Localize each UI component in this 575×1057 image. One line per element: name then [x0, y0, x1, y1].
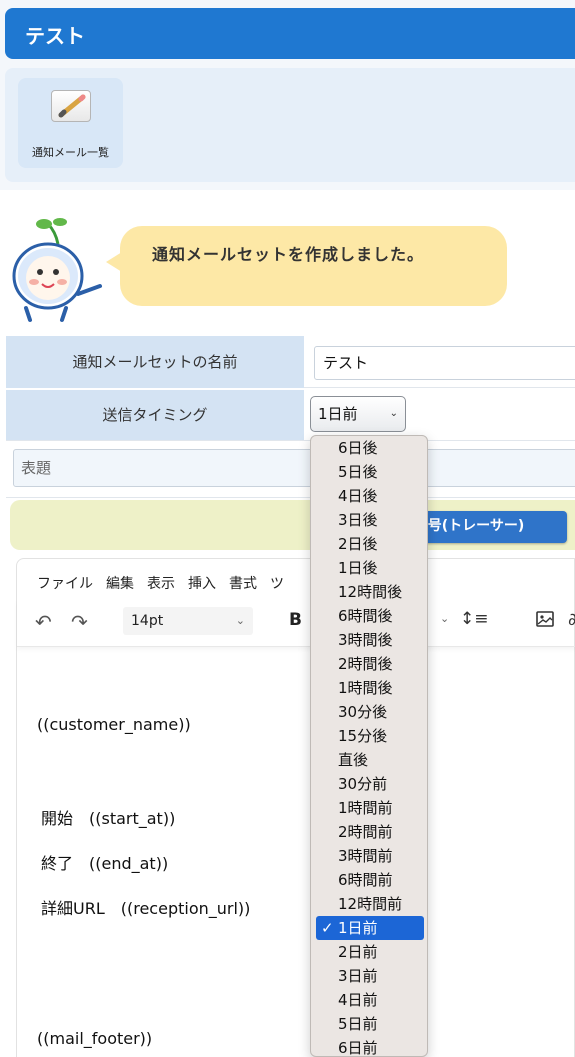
timing-cell: 1日前 ⌄ — [304, 390, 575, 440]
menu-edit[interactable]: 編集 — [106, 576, 134, 592]
timing-option[interactable]: 1時間前 — [316, 796, 424, 820]
main-content: 通知メールセットを作成しました。 通知メールセットの名前 テスト 送信タイミング… — [0, 190, 575, 1057]
menu-insert[interactable]: 挿入 — [188, 576, 216, 592]
mail-list-label: 通知メール一覧 — [32, 146, 109, 159]
timing-select[interactable]: 1日前 ⌄ — [310, 396, 406, 432]
timing-option[interactable]: 2時間前 — [316, 820, 424, 844]
rich-text-editor: ファイル 編集 表示 挿入 書式ツ ↶ ↷ 14pt ⌄ B ⌄ ↕≡ ∂ ((cust… — [16, 558, 575, 1057]
page-title: テスト — [25, 24, 85, 48]
insert-variable-bar: 号(トレーサー) — [10, 500, 575, 550]
menu-file[interactable]: ファイル — [37, 576, 93, 592]
subject-row: 表題 — [6, 440, 575, 498]
timing-option[interactable]: 15分後 — [316, 724, 424, 748]
checkmark-icon: ✓ — [321, 919, 334, 937]
timing-option[interactable]: 30分前 — [316, 772, 424, 796]
chevron-down-icon[interactable]: ⌄ — [440, 612, 449, 625]
timing-option[interactable]: 2日前 — [316, 940, 424, 964]
font-size-value: 14pt — [131, 613, 164, 629]
timing-option[interactable]: 12時間後 — [316, 580, 424, 604]
body-line: 開始 ((start_at)) — [41, 809, 176, 828]
timing-option[interactable]: 6日前 — [316, 1036, 424, 1056]
redo-icon[interactable]: ↷ — [71, 610, 88, 634]
timing-option[interactable]: 4日後 — [316, 484, 424, 508]
timing-option[interactable]: 12時間前 — [316, 892, 424, 916]
timing-option[interactable]: 3日後 — [316, 508, 424, 532]
success-message: 通知メールセットを作成しました。 — [152, 245, 425, 264]
timing-option[interactable]: 1時間後 — [316, 676, 424, 700]
timing-option[interactable]: 2日後 — [316, 532, 424, 556]
menu-format[interactable]: 書式 — [229, 576, 257, 592]
timing-option[interactable]: 5日後 — [316, 460, 424, 484]
body-line: ((mail_footer)) — [37, 1029, 153, 1048]
undo-icon[interactable]: ↶ — [35, 610, 52, 634]
line-height-icon[interactable]: ↕≡ — [460, 609, 489, 629]
body-line: 終了 ((end_at)) — [41, 854, 169, 873]
menu-tools[interactable]: ツ — [270, 576, 284, 592]
timing-option[interactable]: 6時間前 — [316, 868, 424, 892]
timing-select-value: 1日前 — [318, 405, 358, 423]
timing-option[interactable]: 6日後 — [316, 436, 424, 460]
name-label: 通知メールセットの名前 — [6, 336, 304, 388]
menu-view[interactable]: 表示 — [147, 576, 175, 592]
mail-list-button[interactable]: 通知メール一覧 — [18, 78, 123, 168]
timing-option[interactable]: 3時間前 — [316, 844, 424, 868]
timing-option[interactable]: 4日前 — [316, 988, 424, 1012]
timing-option[interactable]: 5日前 — [316, 1012, 424, 1036]
subject-input[interactable]: 表題 — [13, 449, 575, 487]
name-input[interactable]: テスト — [314, 346, 575, 380]
bold-button[interactable]: B — [289, 610, 302, 630]
timing-dropdown: 6日後 5日後 4日後 3日後 2日後 1日後 12時間後 6時間後 3時間後 … — [310, 435, 428, 1057]
timing-option[interactable]: 3日前 — [316, 964, 424, 988]
chevron-down-icon: ⌄ — [389, 408, 398, 419]
editor-toolbar: ↶ ↷ 14pt ⌄ B ⌄ ↕≡ ∂ — [17, 599, 575, 647]
mascot-icon — [12, 218, 102, 322]
chevron-down-icon: ⌄ — [235, 614, 245, 627]
timing-option[interactable]: 2時間後 — [316, 652, 424, 676]
font-size-select[interactable]: 14pt ⌄ — [123, 607, 253, 635]
name-cell: テスト — [304, 336, 575, 388]
timing-option[interactable]: 1日前 ✓ — [316, 916, 424, 940]
timing-option[interactable]: 3時間後 — [316, 628, 424, 652]
body-line: ((customer_name)) — [37, 715, 191, 734]
timing-option[interactable]: 30分後 — [316, 700, 424, 724]
timing-option[interactable]: 直後 — [316, 748, 424, 772]
toolbar-panel: 通知メール一覧 — [5, 68, 575, 182]
success-message-bubble: 通知メールセットを作成しました。 — [106, 226, 507, 306]
timing-label: 送信タイミング — [6, 390, 304, 440]
link-icon[interactable]: ∂ — [568, 610, 575, 630]
timing-option[interactable]: 6時間後 — [316, 604, 424, 628]
app-header: テスト — [5, 8, 575, 59]
timing-option[interactable]: 1日後 — [316, 556, 424, 580]
pencil-note-icon — [51, 90, 91, 122]
editor-menubar: ファイル 編集 表示 挿入 書式ツ — [37, 573, 297, 593]
image-icon[interactable] — [535, 609, 555, 629]
body-line: 詳細URL ((reception_url)) — [41, 899, 251, 918]
